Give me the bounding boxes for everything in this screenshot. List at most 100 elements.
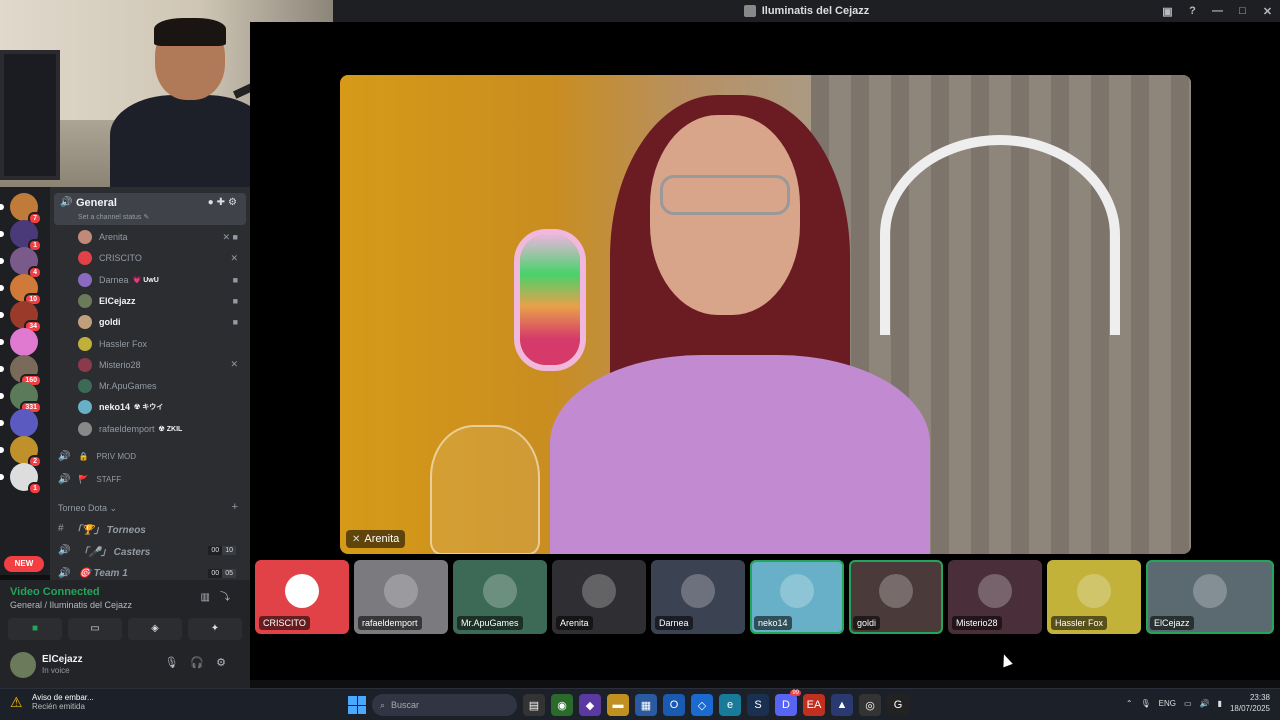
category-torneo-dota[interactable]: Torneo Dota ⌄: [58, 503, 117, 514]
voice-location[interactable]: General / Iluminatis del Cejazz: [10, 600, 132, 610]
avatar[interactable]: [10, 652, 36, 678]
server-icon[interactable]: [10, 328, 38, 356]
server-icon[interactable]: 34: [10, 301, 42, 333]
github-icon[interactable]: ◎: [859, 694, 881, 716]
voice-member[interactable]: neko14 ☢ キウイ: [78, 398, 248, 416]
tray-chevron-icon[interactable]: ⌃: [1126, 699, 1133, 708]
ea-icon[interactable]: EA: [803, 694, 825, 716]
discord-icon[interactable]: D 99: [775, 690, 801, 716]
app-icon[interactable]: ▲: [831, 694, 853, 716]
participant-tile[interactable]: Misterio28: [948, 560, 1042, 634]
soundboard-button[interactable]: ✦: [188, 618, 242, 640]
logitech-icon[interactable]: G: [887, 694, 909, 716]
edge-icon[interactable]: e: [719, 694, 741, 716]
participant-tile[interactable]: Mr.ApuGames: [453, 560, 547, 634]
member-status-icons: ✕: [230, 359, 238, 370]
taskbar-clock[interactable]: 23:38 18/07/2025: [1230, 692, 1270, 714]
participant-tile[interactable]: CRISCITO: [255, 560, 349, 634]
tray-mic-icon[interactable]: 🎙: [1141, 699, 1151, 708]
chrome-icon[interactable]: ◉: [551, 694, 573, 716]
camera-button[interactable]: ■: [8, 618, 62, 640]
voice-member[interactable]: rafaeldemport ☢ ZKIL: [78, 420, 248, 438]
avatar: [78, 315, 92, 330]
mention-badge: 1: [28, 482, 42, 495]
voice-member[interactable]: ElCejazz ■: [78, 292, 248, 310]
participant-tile[interactable]: Darnea: [651, 560, 745, 634]
server-icon[interactable]: [10, 409, 38, 437]
screen-share-button[interactable]: ▭: [68, 618, 122, 640]
tournament-channel-item[interactable]: # 「🏆」 Torneos: [58, 519, 246, 537]
channel-status[interactable]: Set a channel status ✎: [78, 213, 149, 221]
user-limit-counter: 00 10: [208, 546, 236, 555]
server-icon[interactable]: 7: [10, 193, 42, 225]
participant-tile[interactable]: ElCejazz: [1146, 560, 1274, 634]
activity-button[interactable]: ◈: [128, 618, 182, 640]
copilot-icon[interactable]: ◆: [579, 694, 601, 716]
voice-channel-item[interactable]: 🔊 🔒 PRIV MOD: [58, 447, 246, 465]
participant-tile[interactable]: neko14: [750, 560, 844, 634]
notification-widget[interactable]: ⚠ Aviso de embar... Recién emitida: [10, 693, 94, 711]
server-icon[interactable]: 160: [10, 355, 42, 387]
server-icon[interactable]: 4: [10, 247, 42, 279]
file-explorer-icon[interactable]: ▬: [607, 694, 629, 716]
voice-channel-general[interactable]: 🔊 General Set a channel status ✎ ●✚⚙: [54, 193, 246, 225]
tournament-channel-item[interactable]: 🔊 🎯 Team 1 00 05: [58, 564, 246, 580]
participant-avatar: [384, 574, 418, 608]
voice-connected-title[interactable]: Video Connected: [10, 586, 100, 598]
server-icon[interactable]: 1: [10, 220, 42, 252]
close-button[interactable]: ✕: [1255, 5, 1280, 18]
store-icon[interactable]: ▦: [635, 694, 657, 716]
dropbox-icon[interactable]: ◇: [691, 694, 713, 716]
speaker-icon: 🔊: [58, 473, 71, 485]
add-channel-icon[interactable]: +: [232, 501, 238, 513]
participant-tile[interactable]: Hassler Fox: [1047, 560, 1141, 634]
participant-name: ElCejazz: [1154, 618, 1190, 628]
steam-icon[interactable]: S: [747, 694, 769, 716]
volume-icon[interactable]: 🔊: [1200, 699, 1210, 708]
inbox-icon[interactable]: ▣: [1155, 5, 1180, 18]
participant-tile[interactable]: goldi: [849, 560, 943, 634]
user-controls[interactable]: 🎙🎧⚙: [164, 656, 238, 669]
voice-panel-icons[interactable]: ▥⤵: [201, 588, 240, 603]
voice-member[interactable]: Mr.ApuGames: [78, 377, 248, 395]
task-view-icon[interactable]: ▤: [523, 694, 545, 716]
tournament-channel-item[interactable]: 🔊 「🎤」 Casters 00 10: [58, 542, 246, 560]
network-icon[interactable]: ▭: [1184, 699, 1192, 708]
voice-member[interactable]: Arenita ✕ ■: [78, 228, 248, 246]
channel-label: 🎯 Team 1: [78, 567, 128, 579]
server-icon[interactable]: 1: [10, 463, 42, 495]
server-icon[interactable]: 2: [10, 436, 42, 468]
participant-name: Misterio28: [956, 618, 998, 628]
start-button[interactable]: [348, 696, 366, 714]
outlook-icon[interactable]: O: [663, 694, 685, 716]
voice-member[interactable]: Darnea 💗 UwU ■: [78, 271, 248, 289]
participant-tile[interactable]: Arenita: [552, 560, 646, 634]
member-name: Misterio28: [99, 359, 141, 370]
server-icon[interactable]: 10: [10, 274, 42, 306]
participant-label: Arenita: [556, 616, 593, 630]
participant-tile[interactable]: rafaeldemport: [354, 560, 448, 634]
main-video[interactable]: ✕ Arenita: [340, 75, 1191, 554]
voice-channel-item[interactable]: 🔊 🚩 STAFF: [58, 470, 246, 488]
help-icon[interactable]: ?: [1180, 5, 1205, 17]
avatar: [78, 357, 92, 372]
unread-indicator: [0, 474, 4, 480]
channel-actions[interactable]: ●✚⚙: [208, 197, 240, 208]
language-indicator[interactable]: ENG: [1159, 699, 1176, 708]
minimize-button[interactable]: —: [1205, 5, 1230, 17]
voice-member[interactable]: Hassler Fox: [78, 335, 248, 353]
server-icon[interactable]: 331: [10, 382, 42, 414]
voice-member[interactable]: CRISCITO ✕: [78, 249, 248, 267]
new-badge[interactable]: NEW: [4, 556, 44, 572]
taskbar-search[interactable]: ⌕ Buscar: [372, 694, 517, 716]
voice-member[interactable]: goldi ■: [78, 313, 248, 331]
member-name: goldi: [99, 317, 121, 328]
maximize-button[interactable]: □: [1230, 5, 1255, 17]
avatar: [78, 230, 92, 244]
member-name: Darnea: [99, 274, 129, 285]
battery-icon[interactable]: ▮: [1218, 699, 1222, 708]
main-video-person: [550, 95, 930, 554]
user-limit: 10: [222, 546, 236, 555]
window-titlebar: Iluminatis del Cejazz ▣ ? — □ ✕: [333, 0, 1280, 22]
voice-member[interactable]: Misterio28 ✕: [78, 356, 248, 374]
